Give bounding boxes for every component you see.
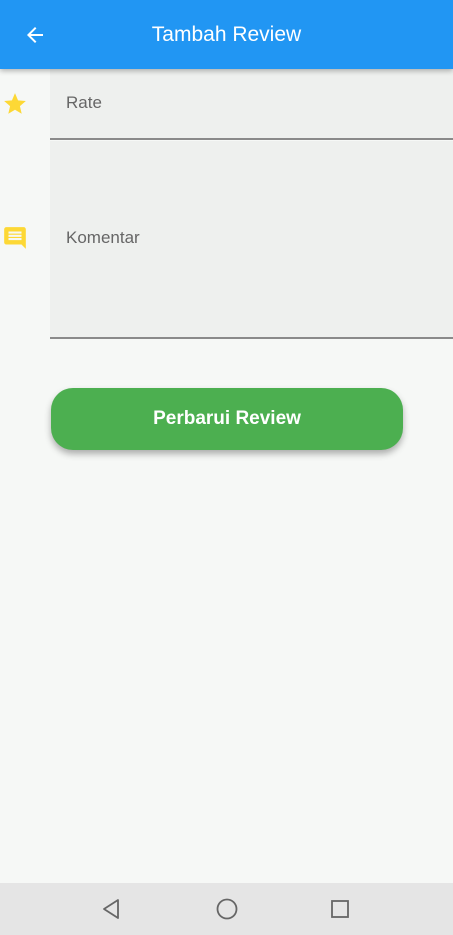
star-icon — [2, 91, 28, 117]
back-button[interactable] — [16, 16, 54, 54]
update-review-button[interactable]: Perbarui Review — [51, 388, 403, 450]
recents-square-icon — [331, 900, 349, 918]
system-nav-bar — [0, 883, 453, 935]
back-triangle-icon — [103, 899, 119, 919]
screen: Tambah Review Rate Komentar Perbarui Rev… — [0, 0, 453, 935]
rate-field-label: Rate — [66, 93, 102, 112]
nav-recents-button[interactable] — [327, 896, 353, 922]
home-circle-icon — [216, 898, 238, 920]
nav-home-button[interactable] — [214, 896, 240, 922]
app-bar: Tambah Review — [0, 0, 453, 69]
arrow-back-icon — [27, 27, 43, 43]
page-title: Tambah Review — [151, 23, 302, 46]
nav-back-button[interactable] — [98, 896, 124, 922]
rate-field[interactable]: Rate — [50, 69, 453, 140]
comment-icon — [2, 225, 28, 251]
comment-field[interactable]: Komentar — [50, 141, 453, 339]
comment-field-label: Komentar — [66, 228, 140, 247]
